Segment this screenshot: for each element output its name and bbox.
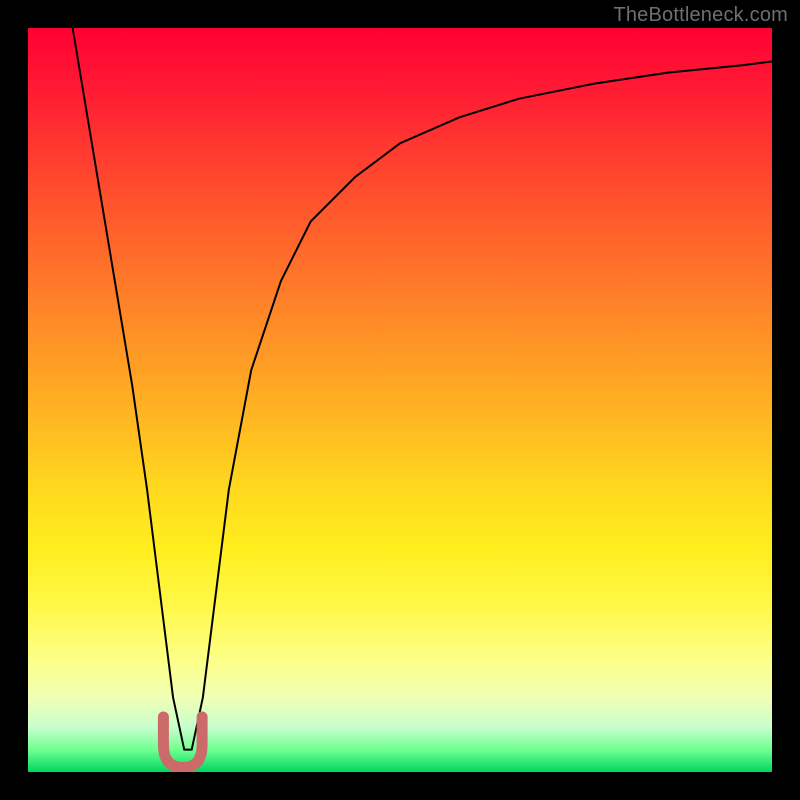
bottleneck-curve [73, 28, 772, 750]
chart-frame: TheBottleneck.com [0, 0, 800, 800]
watermark-text: TheBottleneck.com [613, 4, 788, 27]
plot-area [28, 28, 772, 772]
curve-layer [28, 28, 772, 772]
